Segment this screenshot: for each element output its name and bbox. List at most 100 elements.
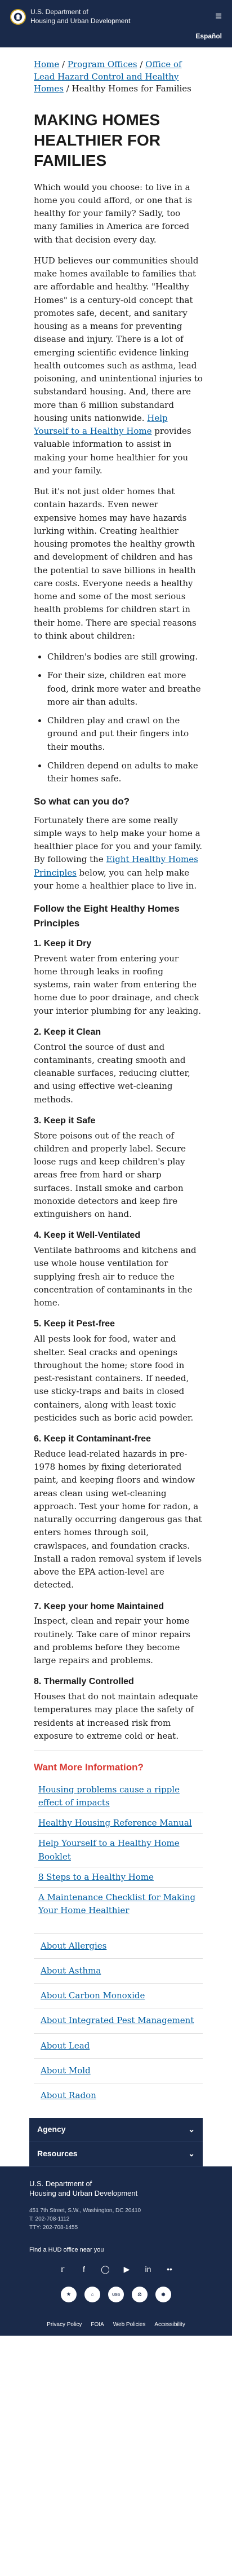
list-item: Children play and crawl on the ground an… — [47, 714, 203, 754]
footer-accordion: Agency ⌄ Resources ⌄ — [29, 2118, 203, 2166]
topic-link[interactable]: About Radon — [41, 2090, 96, 2100]
principle-3: 3. Keep it Safe Store poisons out of the… — [34, 1114, 203, 1221]
breadcrumb-program-offices[interactable]: Program Offices — [68, 59, 137, 69]
topic-link[interactable]: About Carbon Monoxide — [41, 1990, 145, 2001]
intro-paragraph-2-text: HUD believes our communities should make… — [34, 255, 203, 423]
breadcrumb: Home / Program Offices / Office of Lead … — [34, 59, 191, 94]
youtube-icon[interactable]: ▶ — [122, 2265, 131, 2274]
principle-6: 6. Keep it Contaminant-free Reduce lead-… — [34, 1432, 203, 1592]
principle-7: 7. Keep your home Maintained Inspect, cl… — [34, 1600, 203, 1668]
topic-link[interactable]: About Mold — [41, 2065, 91, 2076]
principle-text: Houses that do not maintain adequate tem… — [34, 1691, 198, 1741]
principle-title: 2. Keep it Clean — [34, 1027, 101, 1037]
topic-link[interactable]: About Lead — [41, 2041, 90, 2051]
find-office-link[interactable]: Find a HUD office near you — [29, 2247, 104, 2253]
principle-text: All pests look for food, water and shelt… — [34, 1334, 194, 1423]
footer-dept-line-2: Housing and Urban Development — [29, 2189, 138, 2198]
tty-number: TTY: 202-708-1455 — [29, 2224, 78, 2231]
agency-line-2: Housing and Urban Development — [30, 16, 131, 25]
related-information: Want More Information? Housing problems … — [34, 1751, 203, 2108]
related-link[interactable]: Housing problems cause a ripple effect o… — [38, 1784, 180, 1808]
hud-seal-logo[interactable]: ★ — [61, 2286, 77, 2302]
principle-title: 4. Keep it Well-Ventilated — [34, 1230, 141, 1241]
principle-title: 6. Keep it Contaminant-free — [34, 1434, 151, 1444]
brand[interactable]: U.S. Department of Housing and Urban Dev… — [10, 8, 222, 25]
list-item: About Allergies — [34, 1933, 203, 1958]
what-can-you-do-paragraph: Fortunately there are some really simple… — [34, 814, 203, 893]
privacy-policy-link[interactable]: Privacy Policy — [47, 2320, 82, 2329]
topic-link[interactable]: About Integrated Pest Management — [41, 2015, 194, 2025]
chevron-down-icon: ⌄ — [188, 2148, 195, 2158]
principle-text: Reduce lead-related hazards in pre-1978 … — [34, 1448, 202, 1590]
agency-name: U.S. Department of Housing and Urban Dev… — [30, 8, 130, 25]
agency-line-1: U.S. Department of — [30, 8, 88, 16]
partner-logos: ★ ⌂ usa ⚖ ◉ — [29, 2286, 203, 2302]
agency-label: Agency — [37, 2125, 66, 2134]
linkedin-icon[interactable]: in — [144, 2265, 153, 2274]
breadcrumb-home[interactable]: Home — [34, 59, 59, 69]
list-item: About Mold — [34, 2058, 203, 2083]
what-can-you-do-heading: So what can you do? — [34, 796, 130, 807]
intro-paragraph-3: But it's not just older homes that conta… — [34, 486, 197, 641]
spanish-language-link[interactable]: Español — [195, 31, 222, 42]
principle-4: 4. Keep it Well-Ventilated Ventilate bat… — [34, 1229, 203, 1309]
principle-1: 1. Keep it Dry Prevent water from enteri… — [34, 937, 203, 1018]
principle-title: 7. Keep your home Maintained — [34, 1601, 164, 1611]
equal-housing-logo[interactable]: ⌂ — [84, 2286, 100, 2302]
list-item: Children depend on adults to make their … — [47, 759, 203, 786]
related-link[interactable]: Healthy Housing Reference Manual — [38, 1818, 192, 1828]
related-link[interactable]: 8 Steps to a Healthy Home — [38, 1872, 154, 1882]
accessibility-link[interactable]: Accessibility — [154, 2320, 185, 2329]
footer-dept-line-1: U.S. Department of — [29, 2179, 92, 2188]
related-heading: Want More Information? — [34, 1762, 144, 1773]
principle-text: Ventilate bathrooms and kitchens and use… — [34, 1245, 197, 1308]
web-policies-link[interactable]: Web Policies — [113, 2320, 146, 2329]
usa-gov-logo[interactable]: usa — [108, 2286, 124, 2302]
topic-links-list: About Allergies About Asthma About Carbo… — [34, 1933, 203, 2108]
topic-link[interactable]: About Asthma — [41, 1966, 101, 1976]
hud-seal-icon — [10, 8, 26, 25]
instagram-icon[interactable]: ◯ — [101, 2265, 110, 2274]
principle-text: Store poisons out of the reach of childr… — [34, 1130, 186, 1220]
phone-number: T: 202-708-1112 — [29, 2215, 70, 2222]
site-footer: U.S. Department of Housing and Urban Dev… — [0, 2166, 232, 2336]
agency-accordion-toggle[interactable]: Agency ⌄ — [29, 2118, 203, 2142]
list-item: 8 Steps to a Healthy Home — [34, 1866, 203, 1887]
principle-title: 1. Keep it Dry — [34, 938, 92, 948]
list-item: Help Yourself to a Healthy Home Booklet — [34, 1833, 203, 1867]
strategic-plan-logo[interactable]: ◉ — [155, 2286, 171, 2302]
related-link[interactable]: A Maintenance Checklist for Making Your … — [38, 1892, 195, 1915]
principle-text: Prevent water from entering your home th… — [34, 953, 202, 1016]
facebook-icon[interactable]: f — [79, 2265, 88, 2274]
principle-title: 3. Keep it Safe — [34, 1115, 96, 1126]
oig-logo[interactable]: ⚖ — [132, 2286, 148, 2302]
twitter-icon[interactable]: 𝕣 — [58, 2265, 67, 2274]
resources-accordion-toggle[interactable]: Resources ⌄ — [29, 2142, 203, 2166]
principle-8: 8. Thermally Controlled Houses that do n… — [34, 1675, 203, 1743]
list-item: About Integrated Pest Management — [34, 2008, 203, 2033]
principle-5: 5. Keep it Pest-free All pests look for … — [34, 1317, 203, 1425]
list-item: About Carbon Monoxide — [34, 1983, 203, 2008]
flickr-icon[interactable]: •• — [165, 2265, 174, 2274]
footer-address: 451 7th Street, S.W., Washington, DC 204… — [29, 2206, 203, 2232]
principle-title: 8. Thermally Controlled — [34, 1677, 134, 1687]
street-address: 451 7th Street, S.W., Washington, DC 204… — [29, 2207, 141, 2214]
principle-2: 2. Keep it Clean Control the source of d… — [34, 1026, 203, 1106]
list-item: Healthy Housing Reference Manual — [34, 1813, 203, 1833]
topic-link[interactable]: About Allergies — [41, 1941, 106, 1951]
page-title: MAKING HOMES HEALTHIER FOR FAMILIES — [34, 111, 161, 169]
chevron-down-icon: ⌄ — [188, 2125, 195, 2134]
list-item: About Radon — [34, 2083, 203, 2108]
related-links-list: Housing problems cause a ripple effect o… — [34, 1780, 203, 1921]
social-links: 𝕣 f ◯ ▶ in •• — [29, 2265, 203, 2274]
related-link[interactable]: Help Yourself to a Healthy Home Booklet — [38, 1838, 180, 1861]
principles-heading: Follow the Eight Healthy Homes Principle… — [34, 903, 180, 929]
list-item: For their size, children eat more food, … — [47, 669, 203, 709]
list-item: About Lead — [34, 2033, 203, 2058]
footer-dept-name: U.S. Department of Housing and Urban Dev… — [29, 2179, 203, 2199]
list-item: Housing problems cause a ripple effect o… — [34, 1780, 203, 1813]
foia-link[interactable]: FOIA — [91, 2320, 104, 2329]
menu-icon[interactable]: ≡ — [215, 10, 222, 23]
footer-policy-links: Privacy Policy FOIA Web Policies Accessi… — [29, 2315, 203, 2329]
breadcrumb-current: Healthy Homes for Families — [72, 83, 191, 94]
